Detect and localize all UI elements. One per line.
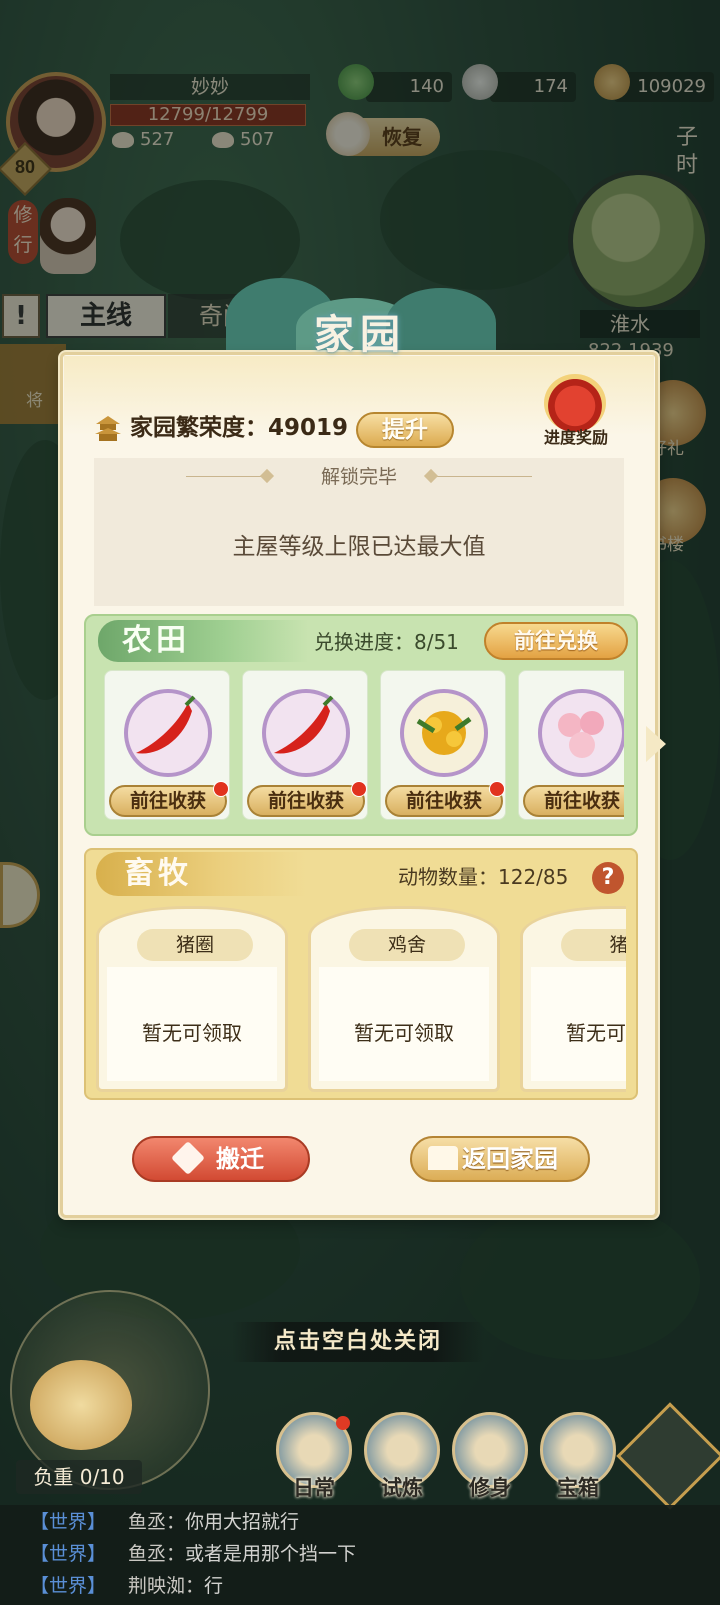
animal-count: 动物数量：122/85 xyxy=(398,865,569,889)
pen-carousel[interactable]: 猪圈 暂无可领取 鸡舍 暂无可领取 猪 暂无可领取 xyxy=(96,906,626,1092)
go-harvest-button[interactable]: 前往收获 xyxy=(523,785,624,817)
unlock-message: 主屋等级上限已达最大值 xyxy=(232,534,486,560)
pink-blossom-icon xyxy=(538,689,624,777)
cart-icon[interactable] xyxy=(30,1360,132,1450)
go-harvest-button[interactable]: 前往收获 xyxy=(247,785,365,817)
notification-dot xyxy=(336,1416,350,1430)
trial-label: 试炼 xyxy=(381,1476,423,1500)
crop-carousel[interactable]: 前往收获 前往收获 前往收获 前往收获 xyxy=(98,668,624,828)
progress-reward-label[interactable]: 进度奖励 xyxy=(524,424,628,448)
pen-name: 猪圈 xyxy=(137,929,253,961)
osmanthus-flower-icon xyxy=(400,689,488,777)
cultivate-label: 修身 xyxy=(469,1476,511,1500)
pen-name: 鸡舍 xyxy=(349,929,465,961)
go-harvest-button[interactable]: 前往收获 xyxy=(109,785,227,817)
pen-card[interactable]: 猪 暂无可领取 xyxy=(520,906,626,1092)
farmland-title: 农田 xyxy=(122,623,190,658)
chat-message: 【世界】 鱼丞：你用大招就行 xyxy=(30,1511,300,1533)
pen-card[interactable]: 鸡舍 暂无可领取 xyxy=(308,906,500,1092)
livestock-title: 畜牧 xyxy=(124,856,192,891)
chevron-right-icon[interactable] xyxy=(646,726,666,762)
help-icon[interactable]: ? xyxy=(592,862,624,894)
notification-dot xyxy=(489,781,505,797)
chat-message: 【世界】 鱼丞：或者是用那个挡一下 xyxy=(30,1543,357,1565)
notification-dot xyxy=(351,781,367,797)
chat-message: 【世界】 荆映洳：行 xyxy=(30,1575,224,1597)
chili-pepper-icon xyxy=(262,689,350,777)
exchange-progress: 兑换进度：8/51 xyxy=(314,630,459,654)
chili-pepper-icon xyxy=(124,689,212,777)
prosperity-value: 家园繁荣度：49019 xyxy=(130,415,349,441)
unlock-title: 解锁完毕 xyxy=(320,466,397,488)
world-chat[interactable]: 【世界】 鱼丞：你用大招就行 【世界】 鱼丞：或者是用那个挡一下 【世界】 荆映洳：行 xyxy=(0,1505,720,1605)
go-harvest-button[interactable]: 前往收获 xyxy=(385,785,503,817)
go-exchange-button[interactable]: 前往兑换 xyxy=(484,622,628,660)
crop-card: 前往收获 xyxy=(242,670,368,820)
upgrade-button[interactable]: 提升 xyxy=(356,412,454,448)
pen-card[interactable]: 猪圈 暂无可领取 xyxy=(96,906,288,1092)
move-button[interactable]: 搬迁 xyxy=(132,1136,310,1182)
crop-card: 前往收获 xyxy=(518,670,624,820)
pagoda-icon xyxy=(95,416,121,441)
cart-weight: 负重 0/10 xyxy=(16,1460,142,1494)
pen-name: 猪 xyxy=(561,929,626,961)
tap-to-close-hint: 点击空白处关闭 xyxy=(232,1322,484,1362)
pen-status: 暂无可领取 xyxy=(354,1021,454,1045)
notification-dot xyxy=(213,781,229,797)
panel-title: 家园 xyxy=(314,311,406,358)
daily-label: 日常 xyxy=(293,1476,335,1500)
house-icon xyxy=(428,1146,458,1170)
treasure-chest-label: 宝箱 xyxy=(557,1476,599,1500)
crop-card: 前往收获 xyxy=(104,670,230,820)
pen-status: 暂无可领取 xyxy=(142,1021,242,1045)
pen-status: 暂无可领取 xyxy=(566,1021,626,1045)
crop-card: 前往收获 xyxy=(380,670,506,820)
